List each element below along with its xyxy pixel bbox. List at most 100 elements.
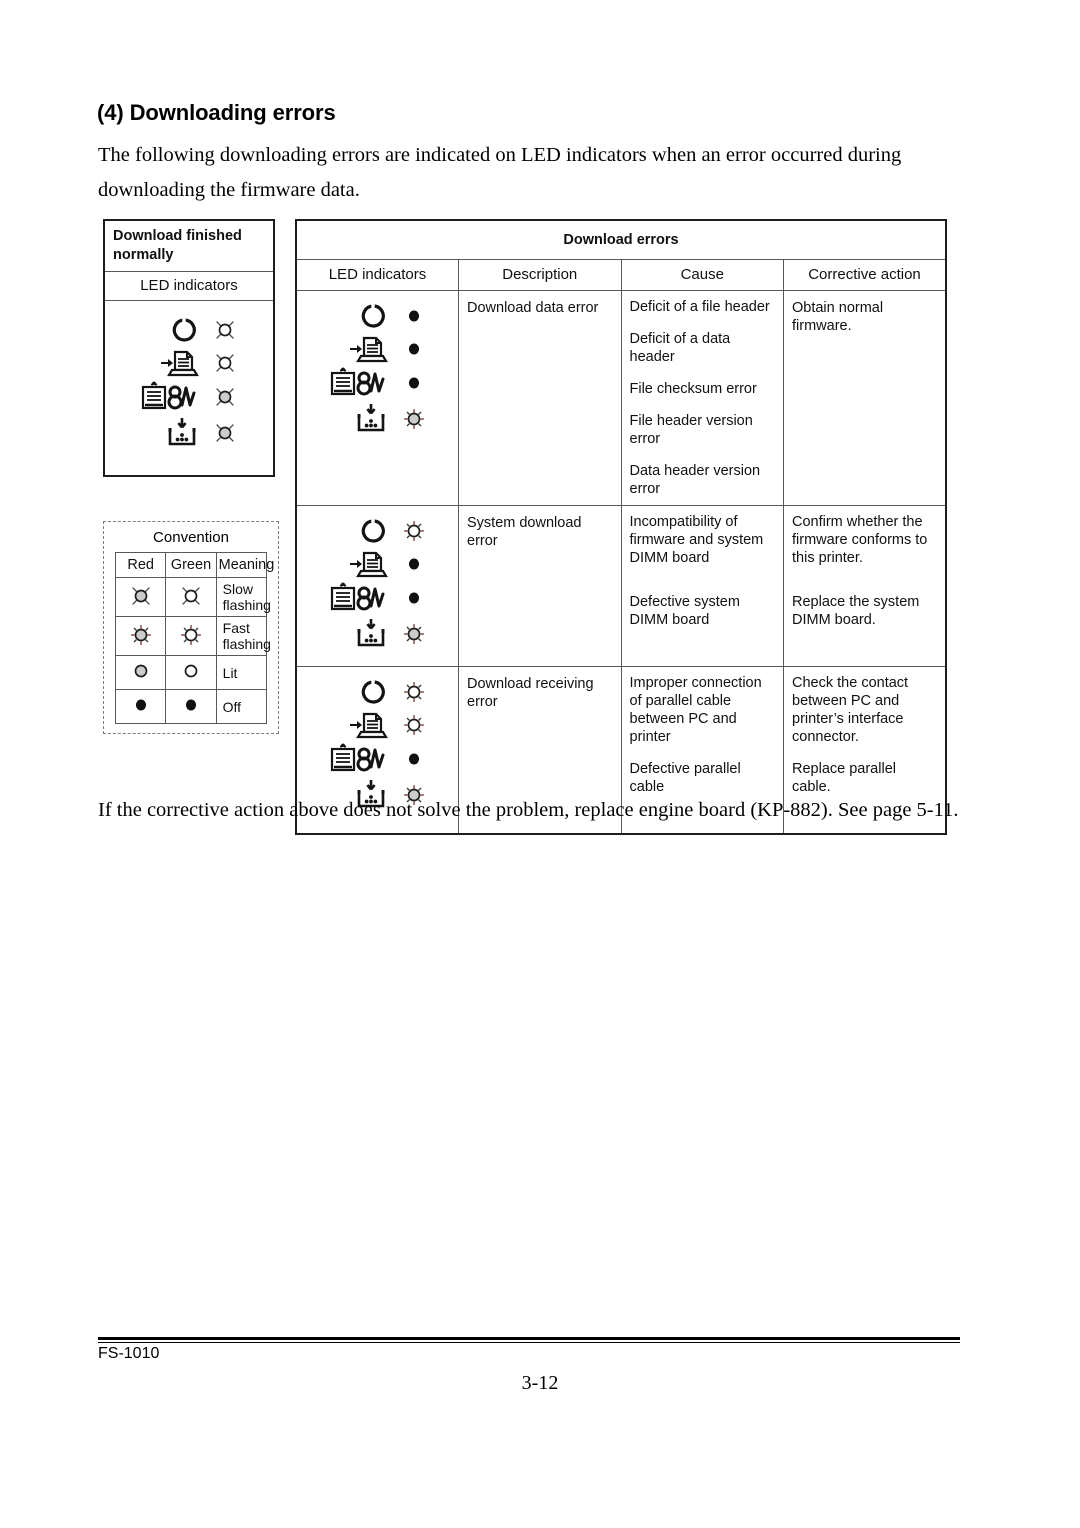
sub-cell: Replace the system DIMM board. bbox=[792, 594, 920, 628]
led-row bbox=[315, 367, 440, 399]
download-errors-table: Download errors LED indicators Descripti… bbox=[295, 219, 947, 835]
led-lamp-fast-flash-green bbox=[394, 681, 434, 703]
led-lamp-slow-flash-green bbox=[205, 319, 245, 341]
ready-icon bbox=[322, 301, 394, 331]
convention-green-lamp bbox=[165, 616, 217, 656]
col-header-cause: Cause bbox=[620, 259, 784, 291]
toner-icon bbox=[133, 416, 205, 450]
closing-paragraph: If the corrective action above does not … bbox=[98, 799, 959, 821]
led-row bbox=[315, 617, 440, 651]
page-title: (4) Downloading errors bbox=[97, 100, 336, 125]
row-description: Download data error bbox=[458, 290, 622, 506]
convention-meaning: Lit bbox=[215, 655, 268, 690]
led-row bbox=[315, 743, 440, 775]
convention-row: Fast flashing bbox=[114, 616, 271, 656]
attention-icon bbox=[133, 381, 205, 413]
convention-red-lamp bbox=[114, 577, 167, 617]
data-icon bbox=[322, 549, 394, 579]
led-lamp-off bbox=[394, 338, 434, 360]
ready-icon bbox=[133, 315, 205, 345]
normal-led-stack bbox=[105, 315, 273, 450]
col-header-corrective: Corrective action bbox=[783, 259, 947, 291]
sub-cell: Confirm whether the firmware conforms to… bbox=[792, 514, 928, 566]
led-lamp-off bbox=[394, 305, 434, 327]
convention-meaning: Off bbox=[215, 689, 268, 724]
errors-table-title-row: Download errors bbox=[295, 219, 947, 260]
ready-icon bbox=[322, 516, 394, 546]
row-corrective-actions: Confirm whether the firmware conforms to… bbox=[783, 505, 947, 667]
led-lamp-fast-flash-green bbox=[394, 520, 434, 542]
led-lamp-fast-flash-red bbox=[394, 408, 434, 430]
row-led-indicators bbox=[295, 290, 459, 506]
attention-icon bbox=[322, 582, 394, 614]
led-lamp-slow-flash-red bbox=[205, 386, 245, 408]
sub-cell: Deficit of a file header bbox=[629, 299, 770, 315]
convention-green-lamp bbox=[165, 655, 217, 690]
ready-icon bbox=[322, 677, 394, 707]
normal-table-title: Download finished normally bbox=[103, 219, 275, 272]
led-lamp-off bbox=[394, 587, 434, 609]
convention-red-lamp bbox=[114, 655, 167, 690]
table-row: System download error Incompatibility of… bbox=[295, 505, 947, 667]
led-row bbox=[127, 348, 252, 378]
sub-cell: Data header version error bbox=[629, 463, 761, 497]
footer-model: FS-1010 bbox=[98, 1345, 160, 1362]
convention-header-red: Red bbox=[114, 552, 167, 578]
led-row bbox=[127, 381, 252, 413]
row-corrective-actions: Obtain normal firmware. bbox=[783, 290, 947, 506]
led-lamp-off bbox=[394, 553, 434, 575]
document-page: (4) Downloading errors The following dow… bbox=[0, 0, 1080, 1528]
footer-divider bbox=[98, 1337, 960, 1343]
led-row bbox=[315, 677, 440, 707]
download-finished-normally-table: Download finished normally LED indicator… bbox=[103, 219, 275, 477]
footer-page-number: 3-12 bbox=[521, 1372, 559, 1394]
convention-title: Convention bbox=[153, 529, 229, 546]
led-row bbox=[315, 549, 440, 579]
sub-cell: File header version error bbox=[629, 413, 753, 447]
led-lamp-fast-flash-green bbox=[394, 714, 434, 736]
normal-table-column-header: LED indicators bbox=[103, 271, 275, 301]
col-header-description: Description bbox=[458, 259, 622, 291]
row-causes: Deficit of a file header Deficit of a da… bbox=[620, 290, 784, 506]
led-lamp-fast-flash-red bbox=[394, 623, 434, 645]
led-lamp-slow-flash-green bbox=[205, 352, 245, 374]
row-led-indicators bbox=[295, 505, 459, 667]
sub-cell: Incompatibility of firmware and system D… bbox=[629, 514, 764, 566]
led-row bbox=[315, 516, 440, 546]
toner-icon bbox=[322, 402, 394, 436]
errors-table-title: Download errors bbox=[295, 219, 947, 260]
convention-red-lamp bbox=[114, 616, 167, 656]
sub-cell: Deficit of a data header bbox=[629, 331, 731, 365]
led-row bbox=[315, 710, 440, 740]
convention-header-green: Green bbox=[165, 552, 217, 578]
attention-icon bbox=[322, 743, 394, 775]
attention-icon bbox=[322, 367, 394, 399]
row-causes: Incompatibility of firmware and system D… bbox=[620, 505, 784, 667]
convention-header-meaning: Meaning bbox=[215, 552, 274, 578]
convention-green-lamp bbox=[165, 689, 217, 724]
led-lamp-slow-flash-red bbox=[205, 422, 245, 444]
led-row bbox=[315, 402, 440, 436]
convention-meaning: Fast flashing bbox=[215, 616, 271, 656]
toner-icon bbox=[322, 617, 394, 651]
row-description: System download error bbox=[458, 505, 622, 667]
led-lamp-off bbox=[394, 372, 434, 394]
convention-meaning: Slow flashing bbox=[215, 577, 271, 617]
sub-cell: Improper connection of parallel cable be… bbox=[629, 675, 762, 745]
sub-cell: File checksum error bbox=[629, 381, 757, 397]
convention-legend: Convention Red Green Meaning Slow flashi… bbox=[103, 521, 279, 734]
data-icon bbox=[322, 334, 394, 364]
convention-row: Lit bbox=[114, 655, 268, 690]
convention-green-lamp bbox=[165, 577, 217, 617]
convention-header-row: Red Green Meaning bbox=[114, 552, 274, 578]
errors-table-header-row: LED indicators Description Cause Correct… bbox=[295, 259, 947, 291]
led-row bbox=[315, 301, 440, 331]
led-row bbox=[127, 315, 252, 345]
data-icon bbox=[322, 710, 394, 740]
convention-row: Slow flashing bbox=[114, 577, 271, 617]
sub-cell: Check the contact between PC and printer… bbox=[792, 675, 909, 745]
led-lamp-off bbox=[394, 748, 434, 770]
data-icon bbox=[133, 348, 205, 378]
led-row bbox=[315, 334, 440, 364]
sub-cell: Defective system DIMM board bbox=[629, 594, 740, 628]
